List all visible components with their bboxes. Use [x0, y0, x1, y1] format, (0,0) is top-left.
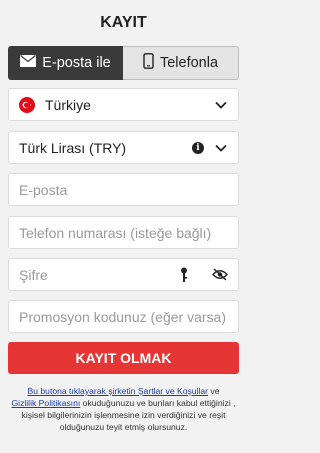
page-title: KAYIT	[100, 14, 147, 31]
chevron-down-icon	[214, 141, 228, 155]
password-field[interactable]: Şifre	[8, 258, 239, 291]
registration-method-tabs: E-posta ile Telefonla	[8, 46, 239, 80]
currency-select[interactable]: Türk Lirası (TRY) i	[8, 131, 239, 164]
promo-code-field[interactable]: Promosyon kodunuz (eğer varsa)	[8, 300, 239, 333]
turkey-flag-icon	[19, 96, 35, 113]
password-placeholder: Şifre	[19, 266, 48, 283]
phone-icon	[143, 53, 154, 73]
email-placeholder: E-posta	[19, 181, 68, 198]
key-icon[interactable]	[180, 267, 188, 283]
country-select[interactable]: Türkiye	[8, 88, 239, 121]
chevron-down-icon	[214, 98, 228, 112]
promo-placeholder: Promosyon kodunuz (eğer varsa)	[19, 308, 226, 325]
tab-email[interactable]: E-posta ile	[8, 46, 123, 80]
currency-value: Türk Lirası (TRY)	[19, 139, 127, 156]
terms-link[interactable]: Bu butona tıklayarak şirketin Şartlar ve…	[27, 386, 208, 396]
privacy-policy-link[interactable]: Gizlilik Politikasını	[11, 398, 80, 408]
tab-phone-label: Telefonla	[159, 55, 219, 71]
phone-field[interactable]: Telefon numarası (isteğe bağlı)	[8, 216, 239, 249]
eye-slash-icon[interactable]	[212, 268, 228, 281]
email-field[interactable]: E-posta	[8, 173, 239, 206]
register-button[interactable]: KAYIT OLMAK	[8, 342, 239, 374]
terms-connector: ve	[208, 386, 220, 396]
terms-text: Bu butona tıklayarak şirketin Şartlar ve…	[10, 385, 237, 433]
info-icon[interactable]: i	[192, 141, 204, 154]
tab-phone[interactable]: Telefonla	[123, 46, 239, 80]
envelope-icon	[20, 55, 37, 71]
phone-placeholder: Telefon numarası (isteğe bağlı)	[19, 224, 212, 241]
tab-email-label: E-posta ile	[42, 55, 111, 71]
country-value: Türkiye	[45, 96, 91, 113]
